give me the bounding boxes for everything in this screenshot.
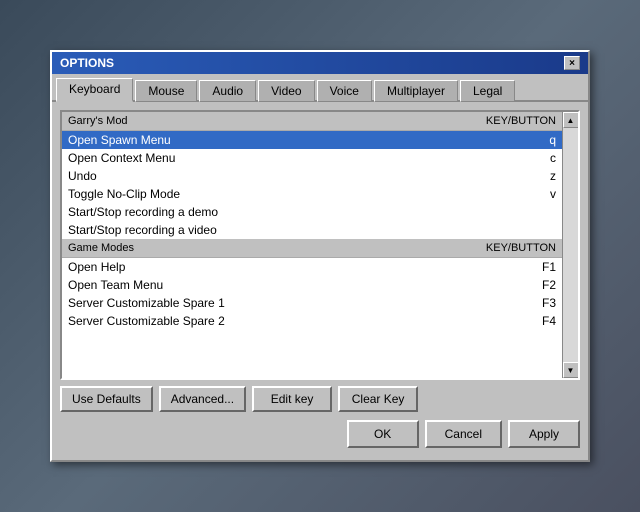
apply-button[interactable]: Apply: [508, 420, 580, 448]
action-label: Open Spawn Menu: [68, 133, 171, 147]
action-buttons: OK Cancel Apply: [60, 416, 580, 452]
tab-multiplayer[interactable]: Multiplayer: [374, 80, 458, 102]
section-label-game-modes: Game Modes: [68, 242, 134, 254]
tab-video[interactable]: Video: [258, 80, 314, 102]
action-label: Start/Stop recording a video: [68, 223, 217, 237]
scroll-up-button[interactable]: ▲: [563, 112, 579, 128]
section-key-header-game-modes: KEY/BUTTON: [486, 242, 556, 254]
list-item[interactable]: Toggle No-Clip Mode v: [62, 185, 562, 203]
key-label: F1: [542, 260, 556, 274]
key-label: c: [550, 151, 556, 165]
list-scroll-area[interactable]: Garry's Mod KEY/BUTTON Open Spawn Menu q…: [62, 112, 562, 378]
action-label: Open Context Menu: [68, 151, 175, 165]
action-label: Toggle No-Clip Mode: [68, 187, 180, 201]
title-bar: OPTIONS ×: [52, 52, 588, 74]
section-header-game-modes: Game Modes KEY/BUTTON: [62, 239, 562, 258]
ok-button[interactable]: OK: [347, 420, 419, 448]
action-label: Server Customizable Spare 1: [68, 296, 225, 310]
tab-mouse[interactable]: Mouse: [135, 80, 197, 102]
tab-voice[interactable]: Voice: [317, 80, 372, 102]
tab-keyboard[interactable]: Keyboard: [56, 78, 133, 102]
key-label: F4: [542, 314, 556, 328]
list-item[interactable]: Start/Stop recording a demo: [62, 203, 562, 221]
key-label: F3: [542, 296, 556, 310]
key-label: q: [549, 133, 556, 147]
key-label: F2: [542, 278, 556, 292]
edit-key-button[interactable]: Edit key: [252, 386, 332, 412]
scrollbar[interactable]: ▲ ▼: [562, 112, 578, 378]
action-label: Open Help: [68, 260, 125, 274]
use-defaults-button[interactable]: Use Defaults: [60, 386, 153, 412]
key-label: z: [550, 169, 556, 183]
tab-audio[interactable]: Audio: [199, 80, 256, 102]
list-item[interactable]: Open Help F1: [62, 258, 562, 276]
keybinding-list: Garry's Mod KEY/BUTTON Open Spawn Menu q…: [60, 110, 580, 380]
action-label: Open Team Menu: [68, 278, 163, 292]
section-key-header-garrys-mod: KEY/BUTTON: [486, 115, 556, 127]
tab-content: Garry's Mod KEY/BUTTON Open Spawn Menu q…: [52, 102, 588, 460]
action-label: Server Customizable Spare 2: [68, 314, 225, 328]
list-item[interactable]: Start/Stop recording a video: [62, 221, 562, 239]
close-button[interactable]: ×: [564, 56, 580, 70]
control-buttons: Use Defaults Advanced... Edit key Clear …: [60, 380, 580, 416]
list-item[interactable]: Server Customizable Spare 1 F3: [62, 294, 562, 312]
cancel-button[interactable]: Cancel: [425, 420, 502, 448]
advanced-button[interactable]: Advanced...: [159, 386, 246, 412]
list-item[interactable]: Open Spawn Menu q: [62, 131, 562, 149]
tab-legal[interactable]: Legal: [460, 80, 515, 102]
list-item[interactable]: Open Context Menu c: [62, 149, 562, 167]
list-item[interactable]: Server Customizable Spare 2 F4: [62, 312, 562, 330]
section-header-garrys-mod: Garry's Mod KEY/BUTTON: [62, 112, 562, 131]
dialog-title: OPTIONS: [60, 56, 114, 70]
tab-bar: Keyboard Mouse Audio Video Voice Multipl…: [52, 74, 588, 102]
action-label: Undo: [68, 169, 97, 183]
list-item[interactable]: Undo z: [62, 167, 562, 185]
section-label-garrys-mod: Garry's Mod: [68, 115, 128, 127]
key-label: v: [550, 187, 556, 201]
list-item[interactable]: Open Team Menu F2: [62, 276, 562, 294]
action-label: Start/Stop recording a demo: [68, 205, 218, 219]
options-dialog: OPTIONS × Keyboard Mouse Audio Video Voi…: [50, 50, 590, 462]
clear-key-button[interactable]: Clear Key: [338, 386, 418, 412]
scroll-track[interactable]: [563, 128, 578, 362]
scroll-down-button[interactable]: ▼: [563, 362, 579, 378]
